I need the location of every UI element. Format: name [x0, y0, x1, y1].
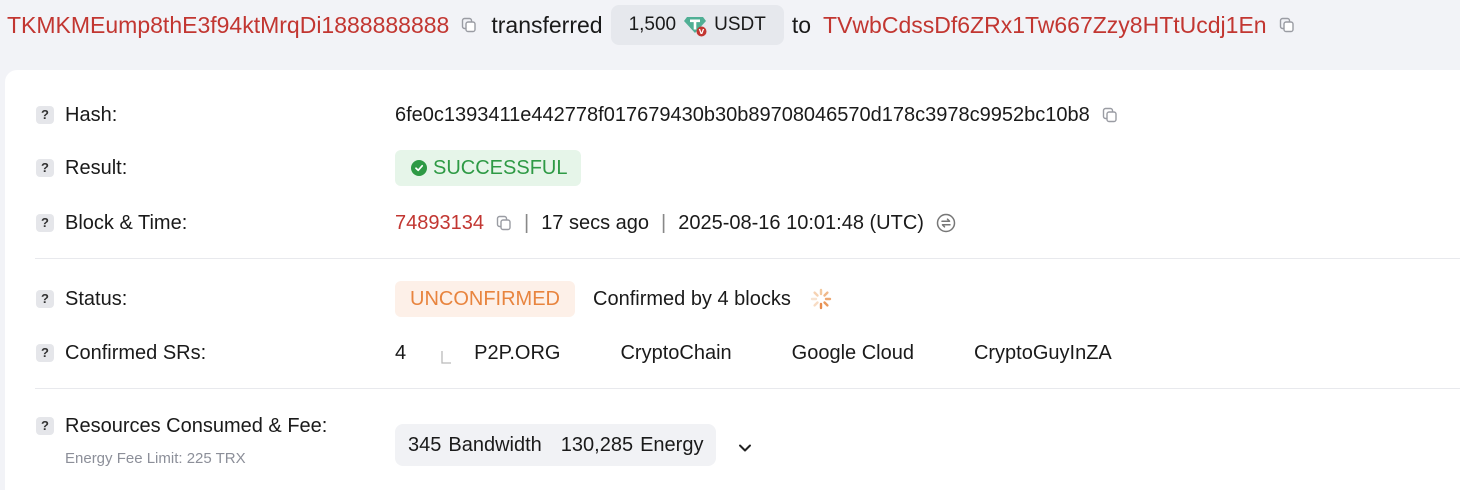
transfer-headline: TKMKMEump8thE3f94ktMrqDi1888888888 trans… [7, 4, 1295, 46]
sr-link[interactable]: P2P.ORG [474, 342, 560, 365]
srs-count: 4 [395, 341, 407, 364]
result-value: SUCCESSFUL [433, 156, 568, 179]
confirmed-srs-row: ? Confirmed SRs: 4 P2P.ORG CryptoChain G… [5, 338, 1460, 368]
sr-link[interactable]: CryptoChain [620, 342, 731, 365]
block-time-row: ? Block & Time: 74893134 | 17 secs ago |… [5, 208, 1460, 238]
transferred-text: transferred [491, 11, 603, 38]
hash-value-group: 6fe0c1393411e442778f017679430b30b8970804… [395, 104, 1118, 127]
time-format-toggle-icon[interactable] [936, 213, 956, 233]
sr-link[interactable]: Google Cloud [792, 342, 914, 365]
block-time-label: Block & Time: [65, 211, 188, 234]
block-help-icon[interactable]: ? [36, 214, 54, 232]
resources-value-group: 345 Bandwidth 130,285 Energy [395, 424, 752, 466]
token-symbol: USDT [714, 14, 766, 35]
to-text: to [791, 11, 812, 38]
status-help-icon[interactable]: ? [36, 290, 54, 308]
chevron-down-icon[interactable] [738, 438, 752, 452]
energy-unit: Energy [640, 433, 704, 456]
result-help-icon[interactable]: ? [36, 159, 54, 177]
usdt-token-icon: V [684, 17, 707, 37]
transaction-details-card: ? Hash: 6fe0c1393411e442778f017679430b30… [5, 70, 1460, 490]
successful-badge: SUCCESSFUL [395, 150, 582, 186]
resources-value-row: 345 Bandwidth 130,285 Energy [5, 424, 1460, 466]
separator: | [661, 211, 667, 234]
check-circle-icon [411, 160, 427, 176]
srs-help-icon[interactable]: ? [36, 344, 54, 362]
hash-label: Hash: [65, 103, 118, 126]
from-address-link[interactable]: TKMKMEump8thE3f94ktMrqDi1888888888 [7, 12, 449, 39]
result-label: Result: [65, 156, 128, 179]
hash-row: ? Hash: 6fe0c1393411e442778f017679430b30… [5, 100, 1460, 130]
block-time-value-group: 74893134 | 17 secs ago | 2025-08-16 10:0… [395, 212, 956, 235]
section-divider [35, 258, 1460, 259]
bandwidth-unit: Bandwidth [448, 433, 542, 456]
section-divider [35, 388, 1460, 389]
confirmed-by-text: Confirmed by 4 blocks [593, 287, 791, 310]
srs-list: 4 P2P.ORG CryptoChain Google Cloud Crypt… [395, 342, 1172, 365]
energy-value: 130,285 [560, 433, 634, 456]
confirmed-srs-label: Confirmed SRs: [65, 341, 207, 364]
unconfirmed-badge: UNCONFIRMED [395, 281, 575, 317]
result-row: ? Result: SUCCESSFUL [5, 150, 1460, 186]
amount-pill: 1,500 V USDT [610, 5, 784, 45]
status-value-group: UNCONFIRMED Confirmed by 4 blocks [395, 281, 833, 317]
loading-spinner-icon [809, 287, 833, 311]
copy-to-address-icon[interactable] [1279, 17, 1295, 33]
hash-help-icon[interactable]: ? [36, 106, 54, 124]
block-age: 17 secs ago [541, 211, 650, 234]
copy-block-icon[interactable] [496, 215, 512, 231]
to-address-link[interactable]: TVwbCdssDf6ZRx1Tw667Zzy8HTtUcdj1En [823, 12, 1267, 39]
block-number-link[interactable]: 74893134 [395, 212, 484, 235]
status-row: ? Status: UNCONFIRMED Confirmed by 4 blo… [5, 281, 1460, 317]
resources-pill[interactable]: 345 Bandwidth 130,285 Energy [395, 424, 717, 466]
copy-from-address-icon[interactable] [461, 17, 477, 33]
svg-text:V: V [699, 28, 705, 36]
tree-branch-icon [440, 348, 452, 364]
amount-value: 1,500 [628, 14, 677, 35]
copy-hash-icon[interactable] [1102, 107, 1118, 123]
hash-value: 6fe0c1393411e442778f017679430b30b8970804… [395, 103, 1090, 126]
status-label: Status: [65, 287, 128, 310]
block-timestamp: 2025-08-16 10:01:48 (UTC) [678, 211, 924, 234]
result-value-group: SUCCESSFUL [395, 150, 582, 186]
separator: | [523, 211, 530, 234]
sr-link[interactable]: CryptoGuyInZA [974, 342, 1112, 365]
bandwidth-value: 345 [408, 433, 442, 456]
